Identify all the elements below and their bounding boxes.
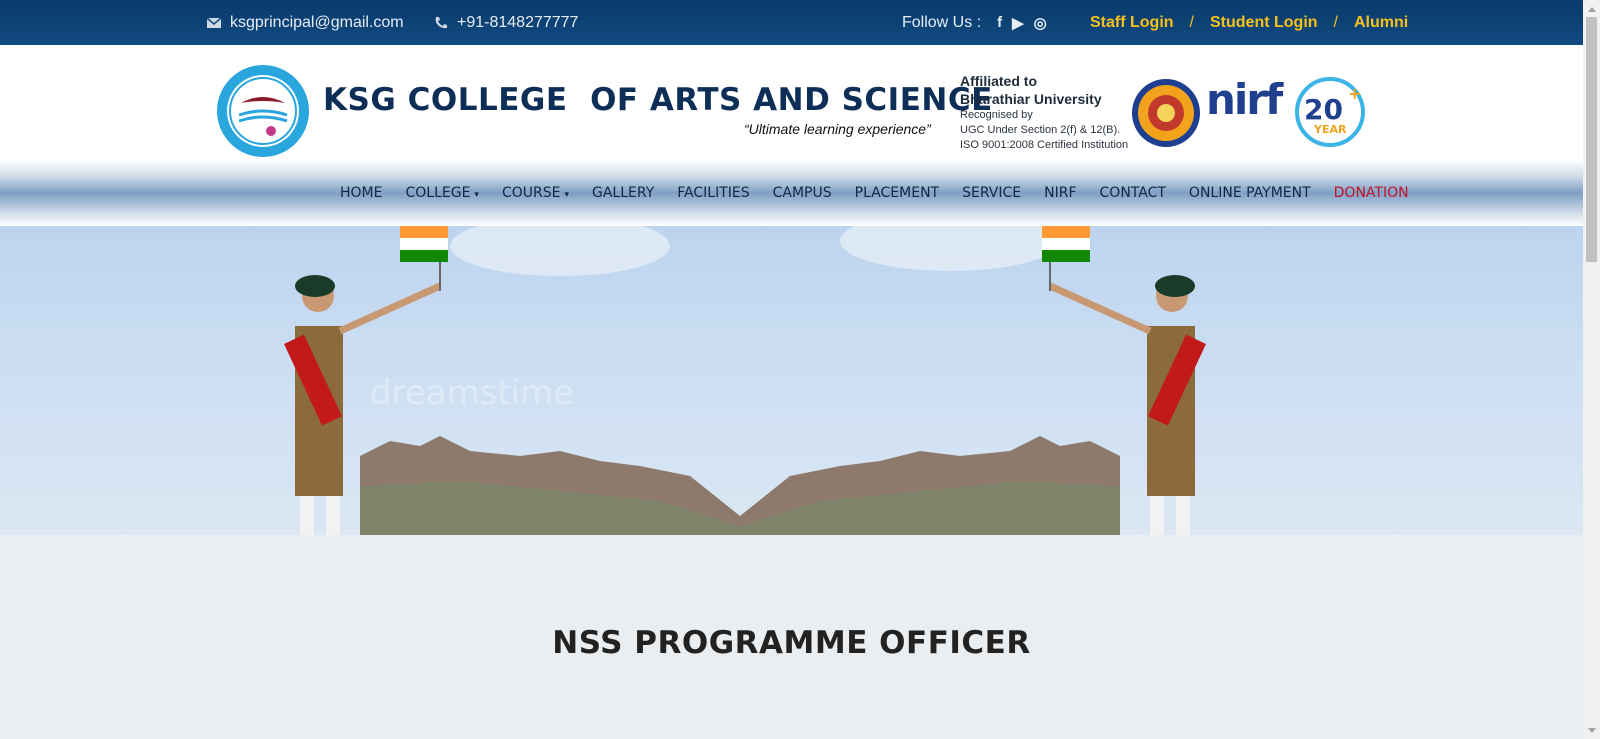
scrollbar-thumb[interactable] bbox=[1586, 17, 1597, 262]
instagram-icon[interactable]: ◎ bbox=[1034, 14, 1047, 32]
facebook-icon[interactable]: f bbox=[997, 14, 1002, 32]
follow-label: Follow Us : bbox=[902, 13, 982, 31]
page-title: NSS PROGRAMME OFFICER bbox=[552, 625, 1031, 661]
login-links: Staff Login / Student Login / Alumni bbox=[1090, 0, 1408, 45]
affiliation-line: Affiliated to bbox=[960, 73, 1037, 89]
tagline: “Ultimate learning experience” bbox=[744, 121, 931, 137]
affiliation-line: UGC Under Section 2(f) & 12(B). bbox=[960, 124, 1121, 136]
nav-item-contact[interactable]: CONTACT bbox=[1100, 185, 1166, 201]
nav-item-campus[interactable]: CAMPUS bbox=[773, 185, 832, 201]
college-seal-logo[interactable] bbox=[209, 63, 319, 159]
chevron-down-icon: ▾ bbox=[474, 190, 479, 200]
affiliation-block: Affiliated to Bharathiar University Reco… bbox=[960, 72, 1128, 153]
nav-item-nirf[interactable]: NIRF bbox=[1044, 185, 1076, 201]
nav-item-donation[interactable]: DONATION bbox=[1334, 185, 1409, 201]
email-contact[interactable]: ksgprincipal@gmail.com bbox=[206, 0, 404, 45]
scroll-down-icon[interactable] bbox=[1583, 722, 1600, 739]
staff-login-link[interactable]: Staff Login bbox=[1090, 14, 1174, 32]
site-header: KSG COLLEGE OF ARTS AND SCIENCE “Ultimat… bbox=[0, 45, 1583, 160]
phone-icon bbox=[435, 16, 447, 28]
separator: / bbox=[1189, 13, 1194, 31]
phone-text[interactable]: +91-8148277777 bbox=[457, 14, 578, 32]
page-scrollbar[interactable] bbox=[1583, 0, 1600, 739]
social-links: f ▶ ◎ bbox=[997, 14, 1047, 32]
hero-image: dreamstime bbox=[284, 226, 1206, 535]
twenty-year-badge: 20 YEAR + bbox=[1295, 77, 1365, 147]
watermark-text: dreamstime bbox=[370, 373, 574, 413]
alumni-link[interactable]: Alumni bbox=[1354, 14, 1408, 32]
nav-item-online-payment[interactable]: ONLINE PAYMENT bbox=[1189, 185, 1311, 201]
scroll-up-icon[interactable] bbox=[1583, 0, 1600, 17]
separator: / bbox=[1333, 13, 1338, 31]
nav-item-home[interactable]: HOME bbox=[340, 185, 382, 201]
nav-item-gallery[interactable]: GALLERY bbox=[592, 185, 654, 201]
nav-item-facilities[interactable]: FACILITIES bbox=[677, 185, 749, 201]
envelope-icon bbox=[206, 16, 222, 28]
nav-item-college[interactable]: COLLEGE ▾ bbox=[405, 185, 478, 201]
follow-us: Follow Us : f ▶ ◎ bbox=[902, 0, 1047, 45]
email-text[interactable]: ksgprincipal@gmail.com bbox=[230, 14, 404, 32]
chevron-down-icon: ▾ bbox=[564, 190, 569, 200]
hero-banner: dreamstime bbox=[0, 226, 1583, 535]
youtube-icon[interactable]: ▶ bbox=[1012, 14, 1024, 32]
year-badge-number: 20 bbox=[1304, 93, 1343, 126]
main-nav: HOME COLLEGE ▾ COURSE ▾ GALLERY FACILITIES… bbox=[340, 160, 1432, 226]
svg-text:+: + bbox=[1348, 84, 1361, 103]
page-section: NSS PROGRAMME OFFICER bbox=[0, 535, 1583, 739]
nav-item-placement[interactable]: PLACEMENT bbox=[855, 185, 939, 201]
affiliation-line: ISO 9001:2008 Certified Institution bbox=[960, 139, 1129, 151]
nav-item-course[interactable]: COURSE ▾ bbox=[502, 185, 569, 201]
college-name[interactable]: KSG COLLEGE OF ARTS AND SCIENCE bbox=[323, 82, 993, 118]
year-badge-label: YEAR bbox=[1313, 123, 1347, 136]
affiliation-line: Recognised by bbox=[960, 109, 1033, 121]
student-login-link[interactable]: Student Login bbox=[1210, 14, 1318, 32]
affiliation-line: Bharathiar University bbox=[960, 91, 1102, 107]
nirf-logo: nirf bbox=[1206, 75, 1283, 124]
main-navbar: HOME COLLEGE ▾ COURSE ▾ GALLERY FACILITIES… bbox=[0, 160, 1583, 226]
phone-contact[interactable]: +91-8148277777 bbox=[433, 0, 578, 45]
nav-item-service[interactable]: SERVICE bbox=[962, 185, 1021, 201]
university-emblem-icon bbox=[1132, 79, 1200, 147]
top-bar: ksgprincipal@gmail.com +91-8148277777 Fo… bbox=[0, 0, 1583, 45]
